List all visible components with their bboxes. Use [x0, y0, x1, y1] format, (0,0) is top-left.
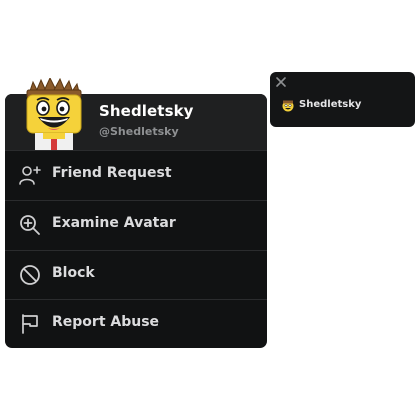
flag-icon: [22, 314, 38, 334]
player-name-card: Shedletsky: [270, 72, 415, 127]
friend-request-button[interactable]: Friend Request: [5, 151, 267, 200]
avatar-icon: [26, 78, 82, 150]
examine-avatar-button[interactable]: Examine Avatar: [5, 201, 267, 250]
report-abuse-button[interactable]: Report Abuse: [5, 300, 267, 349]
zoom-in-icon: [20, 215, 40, 235]
card-player-name: Shedletsky: [299, 99, 362, 110]
avatar-icon: [282, 100, 294, 112]
friend-request-label: Friend Request: [52, 165, 172, 181]
close-icon[interactable]: [274, 75, 288, 89]
username: @Shedletsky: [99, 125, 179, 138]
block-label: Block: [52, 265, 95, 281]
display-name: Shedletsky: [99, 102, 194, 120]
report-abuse-label: Report Abuse: [52, 314, 160, 330]
block-button[interactable]: Block: [5, 251, 267, 300]
stage: Shedletsky @Shedletsky Friend Request Ex…: [0, 0, 420, 420]
examine-avatar-label: Examine Avatar: [52, 215, 176, 231]
player-context-menu: Shedletsky @Shedletsky Friend Request Ex…: [5, 78, 267, 349]
block-icon: [20, 265, 40, 285]
add-friend-icon: [19, 166, 41, 185]
